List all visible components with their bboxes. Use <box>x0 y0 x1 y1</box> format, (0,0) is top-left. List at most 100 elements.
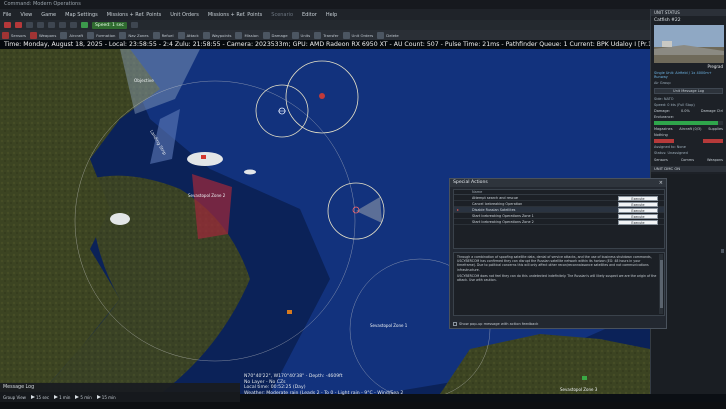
command-button[interactable]: Weapons <box>30 31 56 39</box>
execute-button[interactable]: Execute <box>618 195 658 201</box>
action-name: Disable Russian Satellites <box>472 208 516 212</box>
bottom-bar: Group View 15 sec 1 min 5 min 15 min <box>0 392 240 402</box>
menu-item[interactable]: File <box>3 12 11 18</box>
unit-type[interactable]: Single Unit: Airfield / 1x 4000m+ Runway <box>651 70 726 80</box>
command-button[interactable]: Delete <box>377 31 399 39</box>
feedback-checkbox[interactable] <box>453 322 457 326</box>
command-label: Damage <box>271 32 288 38</box>
menu-item[interactable]: Scenario <box>271 12 293 18</box>
magazines-button[interactable]: Magazines <box>654 127 673 131</box>
command-icon <box>30 31 37 39</box>
damage-control-button[interactable]: Damage Ctrl <box>701 109 723 113</box>
command-button[interactable]: Nav Zones <box>119 31 149 39</box>
feedback-option[interactable]: Show pop-up message with action feedback <box>453 322 538 326</box>
assign-mission-button[interactable] <box>654 139 674 143</box>
menu-item[interactable]: Missions + Ref. Points <box>107 12 161 18</box>
command-label: Sensors <box>11 32 26 38</box>
command-button[interactable]: Attack <box>177 31 199 39</box>
menu-item[interactable]: Editor <box>302 12 317 18</box>
label-zone-three: Sevastopol Zone 3 <box>560 387 598 392</box>
command-icon <box>177 31 185 39</box>
stop-icon[interactable] <box>4 22 11 28</box>
command-button[interactable]: Aircraft <box>60 31 84 39</box>
fast-forward-icon[interactable] <box>48 22 55 28</box>
command-button[interactable]: Sensors <box>2 31 26 39</box>
speed-5m-button[interactable]: 5 min <box>75 394 92 400</box>
command-toolbar: Sensors Weapons Aircraft Formation Nav Zones… <box>0 30 650 40</box>
screen-bottom-edge <box>0 402 726 409</box>
command-button[interactable]: Damage <box>262 31 288 39</box>
speed-15s-button[interactable]: 15 sec <box>30 394 49 400</box>
action-description: Through a combination of spoofing satell… <box>453 252 665 316</box>
command-label: Refuel <box>161 32 174 38</box>
menu-item[interactable]: Missions + Ref. Points <box>208 12 262 18</box>
command-label: Waypoints <box>211 32 232 38</box>
execute-button[interactable]: Execute <box>618 219 658 225</box>
execute-button[interactable]: Execute <box>618 207 658 213</box>
menu-item[interactable]: Game <box>41 12 56 18</box>
nothing-label: Nothing <box>654 133 668 137</box>
menu-item[interactable]: View <box>20 12 32 18</box>
facility-marker[interactable] <box>201 155 206 159</box>
unit-photo <box>654 25 724 63</box>
unit-marker[interactable] <box>319 93 325 99</box>
supplies-button[interactable]: Supplies <box>708 127 723 131</box>
command-button[interactable]: Waypoints <box>202 31 232 39</box>
speed-1m-button[interactable]: 1 min <box>54 394 70 400</box>
menu-item[interactable]: Unit Orders <box>170 12 199 18</box>
unit-name: Catfish #22 <box>654 18 681 23</box>
command-button[interactable]: Formation <box>87 31 116 39</box>
tab-comms[interactable]: Comms <box>681 158 694 162</box>
step-icon[interactable] <box>26 22 33 28</box>
friendly-marker[interactable] <box>582 376 587 380</box>
command-icon <box>377 31 385 39</box>
facility-marker[interactable] <box>287 310 292 314</box>
aircraft-button[interactable]: Aircraft (0/3) <box>679 127 701 131</box>
command-button[interactable]: Units <box>291 31 310 39</box>
description-scrollbar[interactable] <box>659 254 663 314</box>
menu-item[interactable]: Help <box>326 12 337 18</box>
tab-sensors[interactable]: Sensors <box>654 158 668 162</box>
play-icon[interactable] <box>37 22 44 28</box>
command-icon <box>291 31 299 39</box>
command-button[interactable]: Unit Orders <box>342 31 374 39</box>
command-icon <box>202 31 210 39</box>
command-button[interactable]: Refuel <box>152 31 174 39</box>
command-icon <box>2 31 9 39</box>
status-line: Time: Monday, August 18, 2025 - Local: 2… <box>0 40 650 49</box>
group-view-label[interactable]: Group View <box>3 395 26 400</box>
layers-icon[interactable] <box>70 22 77 28</box>
unit-group: Air Group <box>654 81 671 85</box>
action-name: Cancel Icebreaking Operation <box>472 202 523 206</box>
run-icon[interactable] <box>81 22 88 28</box>
action-row[interactable]: Start Icebreaking Operations Zone 2 Execu… <box>454 219 664 225</box>
message-log-button[interactable]: Message Log <box>0 383 240 392</box>
close-icon[interactable]: × <box>659 179 663 187</box>
command-label: Nav Zones <box>128 32 149 38</box>
description-paragraph: Through a combination of spoofing satell… <box>457 255 652 272</box>
command-label: Formation <box>96 32 116 38</box>
menu-bar: File View Game Map Settings Missions + Ref. … <box>0 9 650 20</box>
command-label: Unit Orders <box>351 32 374 38</box>
execute-button[interactable]: Execute <box>618 213 658 219</box>
pause-icon[interactable] <box>15 22 22 28</box>
scrollbar-thumb[interactable] <box>659 260 663 308</box>
panel-scrollbar[interactable] <box>721 249 724 253</box>
speed-15m-button[interactable]: 15 min <box>96 394 116 400</box>
settings-icon[interactable] <box>130 22 138 28</box>
label-zone-one: Sevastopol Zone 1 <box>370 323 408 328</box>
command-label: Aircraft <box>69 32 84 38</box>
unassign-button[interactable] <box>703 139 723 143</box>
map-icon[interactable] <box>59 22 66 28</box>
tab-weapons[interactable]: Weapons <box>707 158 723 162</box>
menu-item[interactable]: Map Settings <box>65 12 98 18</box>
unit-message-log-button[interactable]: Unit Message Log <box>654 88 723 94</box>
unit-dmc-section[interactable]: UNIT DMC ON <box>651 166 726 172</box>
command-icon <box>262 31 270 39</box>
time-compression-select[interactable]: Speed: 1 sec <box>92 21 127 29</box>
cursor-info: N70°40'22", W170°40'38" - Depth: -4609ft… <box>244 374 403 396</box>
command-icon <box>314 31 322 39</box>
execute-button[interactable]: Execute <box>618 201 658 207</box>
command-button[interactable]: Mission <box>235 31 259 39</box>
command-button[interactable]: Transfer <box>314 31 339 39</box>
